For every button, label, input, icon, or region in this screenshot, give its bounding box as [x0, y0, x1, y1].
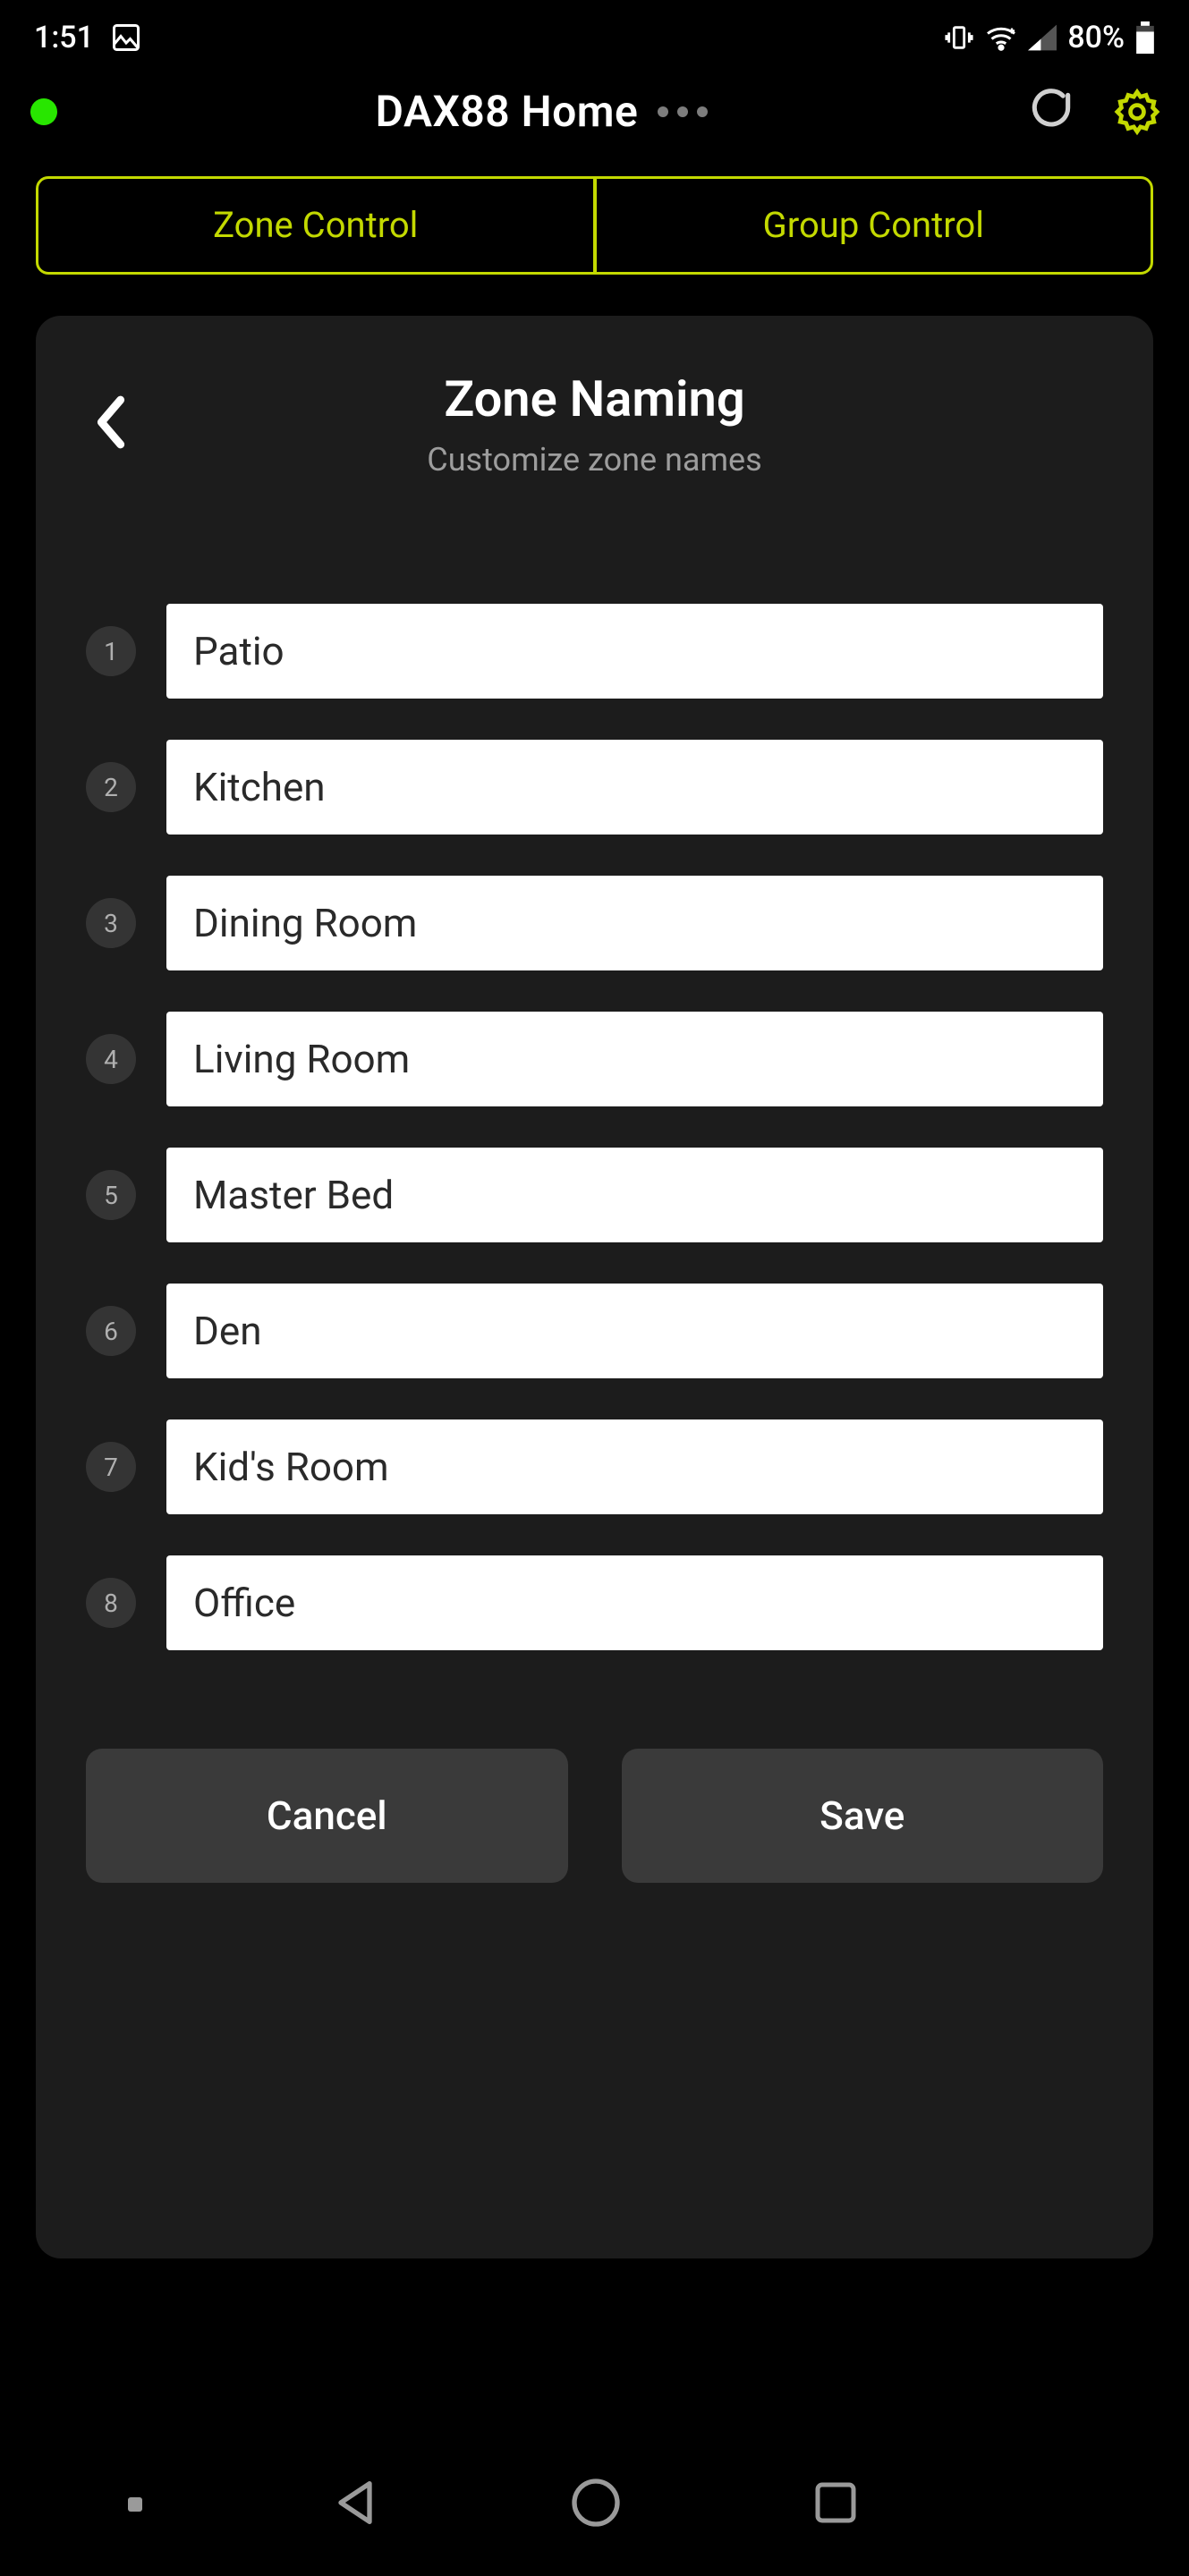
android-status-bar: 1:51 80% [0, 0, 1189, 66]
zone-row: 3 [86, 876, 1103, 970]
zone-name-input-3[interactable] [166, 876, 1103, 970]
zone-number-badge: 5 [86, 1170, 136, 1220]
tab-group-control[interactable]: Group Control [593, 179, 1151, 272]
refresh-button[interactable] [1026, 87, 1076, 137]
zone-number-badge: 8 [86, 1578, 136, 1628]
nav-recent-button[interactable] [809, 2476, 862, 2533]
zone-name-input-2[interactable] [166, 740, 1103, 835]
action-buttons: Cancel Save [79, 1749, 1110, 1883]
app-header: DAX88 Home [0, 66, 1189, 146]
zone-name-input-5[interactable] [166, 1148, 1103, 1242]
zone-row: 7 [86, 1419, 1103, 1514]
back-button[interactable] [91, 394, 131, 454]
zone-list: 1 2 3 4 5 6 7 8 [79, 604, 1110, 1650]
panel-subtitle: Customize zone names [79, 441, 1110, 479]
zone-name-input-8[interactable] [166, 1555, 1103, 1650]
zone-number-badge: 4 [86, 1034, 136, 1084]
connection-status-dot [30, 98, 57, 125]
control-tabs: Zone Control Group Control [36, 176, 1153, 275]
zone-naming-panel: Zone Naming Customize zone names 1 2 3 4… [36, 316, 1153, 2258]
more-menu-icon[interactable] [658, 106, 708, 117]
zone-name-input-7[interactable] [166, 1419, 1103, 1514]
nav-back-button[interactable] [327, 2474, 384, 2535]
zone-name-input-4[interactable] [166, 1012, 1103, 1106]
vibrate-icon [944, 22, 974, 53]
zone-row: 1 [86, 604, 1103, 699]
tab-zone-control[interactable]: Zone Control [38, 179, 593, 272]
status-time: 1:51 [34, 20, 94, 55]
zone-number-badge: 2 [86, 762, 136, 812]
zone-row: 8 [86, 1555, 1103, 1650]
zone-row: 6 [86, 1284, 1103, 1378]
zone-row: 5 [86, 1148, 1103, 1242]
panel-header: Zone Naming Customize zone names [79, 369, 1110, 479]
image-icon [110, 21, 142, 54]
battery-icon [1135, 21, 1155, 54]
zone-row: 2 [86, 740, 1103, 835]
nav-home-button[interactable] [567, 2474, 624, 2535]
zone-number-badge: 3 [86, 898, 136, 948]
android-nav-bar [0, 2433, 1189, 2576]
zone-name-input-6[interactable] [166, 1284, 1103, 1378]
panel-title: Zone Naming [79, 369, 1110, 428]
cancel-button[interactable]: Cancel [86, 1749, 568, 1883]
zone-number-badge: 7 [86, 1442, 136, 1492]
wifi-icon [985, 23, 1017, 52]
zone-number-badge: 1 [86, 626, 136, 676]
battery-percent: 80% [1067, 20, 1125, 55]
signal-icon [1028, 24, 1057, 51]
zone-name-input-1[interactable] [166, 604, 1103, 699]
nav-indicator-icon [128, 2497, 142, 2512]
save-button[interactable]: Save [622, 1749, 1104, 1883]
settings-button[interactable] [1112, 87, 1162, 137]
zone-number-badge: 6 [86, 1306, 136, 1356]
app-title: DAX88 Home [376, 86, 639, 137]
zone-row: 4 [86, 1012, 1103, 1106]
